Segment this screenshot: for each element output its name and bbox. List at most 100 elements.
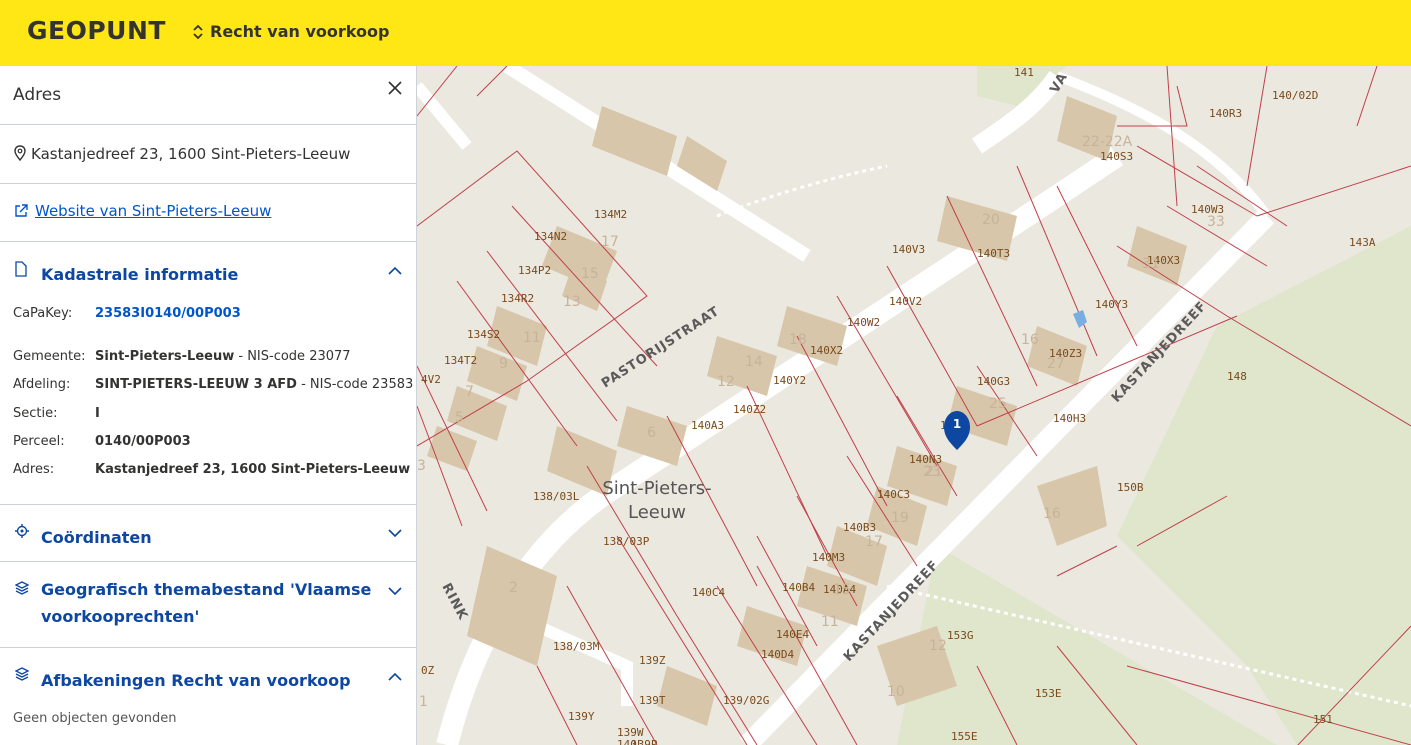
parcel-label: 134P2 bbox=[518, 264, 551, 277]
coordinaten-section: Coördinaten bbox=[0, 505, 416, 562]
geografisch-section: Geografisch themabestand 'Vlaamse voorkoo… bbox=[0, 562, 416, 648]
house-number-label: 9 bbox=[499, 356, 508, 372]
geografisch-toggle[interactable]: Geografisch themabestand 'Vlaamse voorkoo… bbox=[0, 562, 416, 626]
map-canvas[interactable]: PASTORIJSTRAAT KASTANJEDREEF KASTANJEDRE… bbox=[417, 66, 1411, 745]
parcel-label: 140B3 bbox=[843, 521, 876, 534]
website-link[interactable]: Website van Sint-Pieters-Leeuw bbox=[35, 202, 271, 220]
location-pin-icon bbox=[14, 145, 26, 161]
house-number-label: 33 bbox=[1207, 214, 1225, 230]
close-icon[interactable] bbox=[387, 80, 403, 96]
afbakeningen-toggle[interactable]: Afbakeningen Recht van voorkoop bbox=[0, 648, 416, 704]
parcel-label: 151 bbox=[1313, 713, 1333, 726]
parcel-label: 140C3 bbox=[877, 488, 910, 501]
parcel-label: 140V3 bbox=[892, 243, 925, 256]
parcel-label: 140A3 bbox=[691, 419, 724, 432]
parcel-label: 134S2 bbox=[467, 328, 500, 341]
parcel-label: 155E bbox=[951, 730, 978, 743]
chevron-up-icon bbox=[388, 672, 402, 681]
afdeling-label: Afdeling: bbox=[13, 377, 71, 392]
sort-icon bbox=[193, 24, 203, 39]
house-number-label: 15 bbox=[581, 266, 599, 282]
perceel-label: Perceel: bbox=[13, 434, 65, 449]
house-number-label: 1 bbox=[419, 694, 428, 710]
location-marker[interactable]: 1 bbox=[944, 411, 970, 450]
parcel-label: 143A bbox=[1349, 236, 1376, 249]
map-view[interactable]: PASTORIJSTRAAT KASTANJEDREEF KASTANJEDRE… bbox=[417, 66, 1411, 745]
capakey-link[interactable]: 23583I0140/00P003 bbox=[95, 306, 415, 321]
house-number-label: 3 bbox=[417, 458, 426, 474]
house-number-label: 21 bbox=[925, 464, 943, 480]
chevron-up-icon bbox=[388, 266, 402, 275]
layers-icon bbox=[15, 581, 29, 595]
house-number-label: 16 bbox=[1043, 506, 1061, 522]
app-switcher-button[interactable]: Recht van voorkoop bbox=[192, 22, 389, 41]
place-name-line1: Sint-Pieters- bbox=[602, 478, 711, 499]
parcel-label: 140C4 bbox=[692, 586, 725, 599]
address-text: Kastanjedreef 23, 1600 Sint-Pieters-Leeu… bbox=[31, 145, 351, 163]
parcel-label: 4V2 bbox=[421, 373, 441, 386]
section-title: Geografisch themabestand 'Vlaamse voorkoo… bbox=[41, 576, 371, 630]
house-number-label: 11 bbox=[821, 614, 839, 630]
parcel-label: 153G bbox=[947, 629, 974, 642]
section-title-line1: Geografisch themabestand 'Vlaamse bbox=[41, 580, 372, 599]
parcel-label: 140Y2 bbox=[773, 374, 806, 387]
parcel-label: 150B bbox=[1117, 481, 1144, 494]
afdeling-value: SINT-PIETERS-LEEUW 3 AFD - NIS-code 2358… bbox=[95, 377, 415, 392]
parcel-label: 140B4 bbox=[782, 581, 815, 594]
gemeente-value: Sint-Pieters-Leeuw - NIS-code 23077 bbox=[95, 349, 415, 364]
kadastrale-informatie-section: Kadastrale informatie CaPaKey: 23583I0140… bbox=[0, 242, 416, 505]
parcel-label: 134R2 bbox=[501, 292, 534, 305]
house-number-label: 14 bbox=[745, 354, 763, 370]
sectie-text: I bbox=[95, 406, 100, 421]
panel-header: Adres bbox=[0, 66, 416, 125]
capakey-label: CaPaKey: bbox=[13, 306, 73, 321]
parcel-label: 140T3 bbox=[977, 247, 1010, 260]
house-number-label: 11 bbox=[523, 330, 541, 346]
parcel-label: 134N2 bbox=[534, 230, 567, 243]
parcel-label: 140D4 bbox=[761, 648, 794, 661]
house-number-label: 2 bbox=[509, 580, 518, 596]
parcel-label: 139/02G bbox=[723, 694, 769, 707]
afdeling-name: SINT-PIETERS-LEEUW 3 AFD bbox=[95, 377, 297, 392]
section-title: Afbakeningen Recht van voorkoop bbox=[41, 671, 351, 690]
empty-results-text: Geen objecten gevonden bbox=[13, 711, 177, 726]
external-link-icon bbox=[15, 204, 28, 217]
parcel-label: 140V2 bbox=[889, 295, 922, 308]
parcel-label: 138/03L bbox=[533, 490, 580, 503]
house-number-label: 15 bbox=[833, 582, 851, 598]
geopunt-logo[interactable]: GEOPUNT bbox=[27, 16, 166, 45]
parcel-label: 140/02D bbox=[1272, 89, 1318, 102]
website-row: Website van Sint-Pieters-Leeuw bbox=[0, 184, 416, 242]
sectie-label: Sectie: bbox=[13, 406, 58, 421]
parcel-label: 140X2 bbox=[810, 344, 843, 357]
house-number-label: 22-22A bbox=[1082, 134, 1133, 150]
gemeente-label: Gemeente: bbox=[13, 349, 86, 364]
info-panel: Adres Kastanjedreef 23, 1600 Sint-Pieter… bbox=[0, 66, 417, 745]
perceel-value: 0140/00P003 bbox=[95, 434, 415, 449]
house-number-label: 17 bbox=[865, 534, 883, 550]
parcel-label: 140L bbox=[617, 738, 644, 745]
house-number-label: 20 bbox=[982, 212, 1000, 228]
parcel-label: 140Y3 bbox=[1095, 298, 1128, 311]
sectie-value: I bbox=[95, 406, 415, 421]
road bbox=[534, 620, 633, 706]
house-number-label: 17 bbox=[601, 234, 619, 250]
parcel-label: 140H3 bbox=[1053, 412, 1086, 425]
app-name: Recht van voorkoop bbox=[210, 22, 390, 41]
chevron-down-icon bbox=[388, 587, 402, 596]
place-name-line2: Leeuw bbox=[628, 502, 686, 523]
coordinaten-toggle[interactable]: Coördinaten bbox=[0, 505, 416, 561]
adres-text: Kastanjedreef 23, 1600 Sint-Pieters-Leeu… bbox=[95, 462, 411, 477]
water bbox=[1073, 310, 1087, 328]
parcel-label: 138/03M bbox=[553, 640, 600, 653]
perceel-text: 0140/00P003 bbox=[95, 434, 191, 449]
parcel-label: 0Z bbox=[421, 664, 435, 677]
parcel-label: 148 bbox=[1227, 370, 1247, 383]
parcel-label: 139Y bbox=[568, 710, 595, 723]
house-number-label: 6 bbox=[647, 425, 656, 441]
address-row: Kastanjedreef 23, 1600 Sint-Pieters-Leeu… bbox=[0, 125, 416, 184]
parcel-label: 134T2 bbox=[444, 354, 477, 367]
gemeente-name: Sint-Pieters-Leeuw bbox=[95, 349, 235, 364]
kadastrale-informatie-toggle[interactable]: Kadastrale informatie bbox=[0, 242, 416, 298]
house-number-label: 12 bbox=[717, 374, 735, 390]
